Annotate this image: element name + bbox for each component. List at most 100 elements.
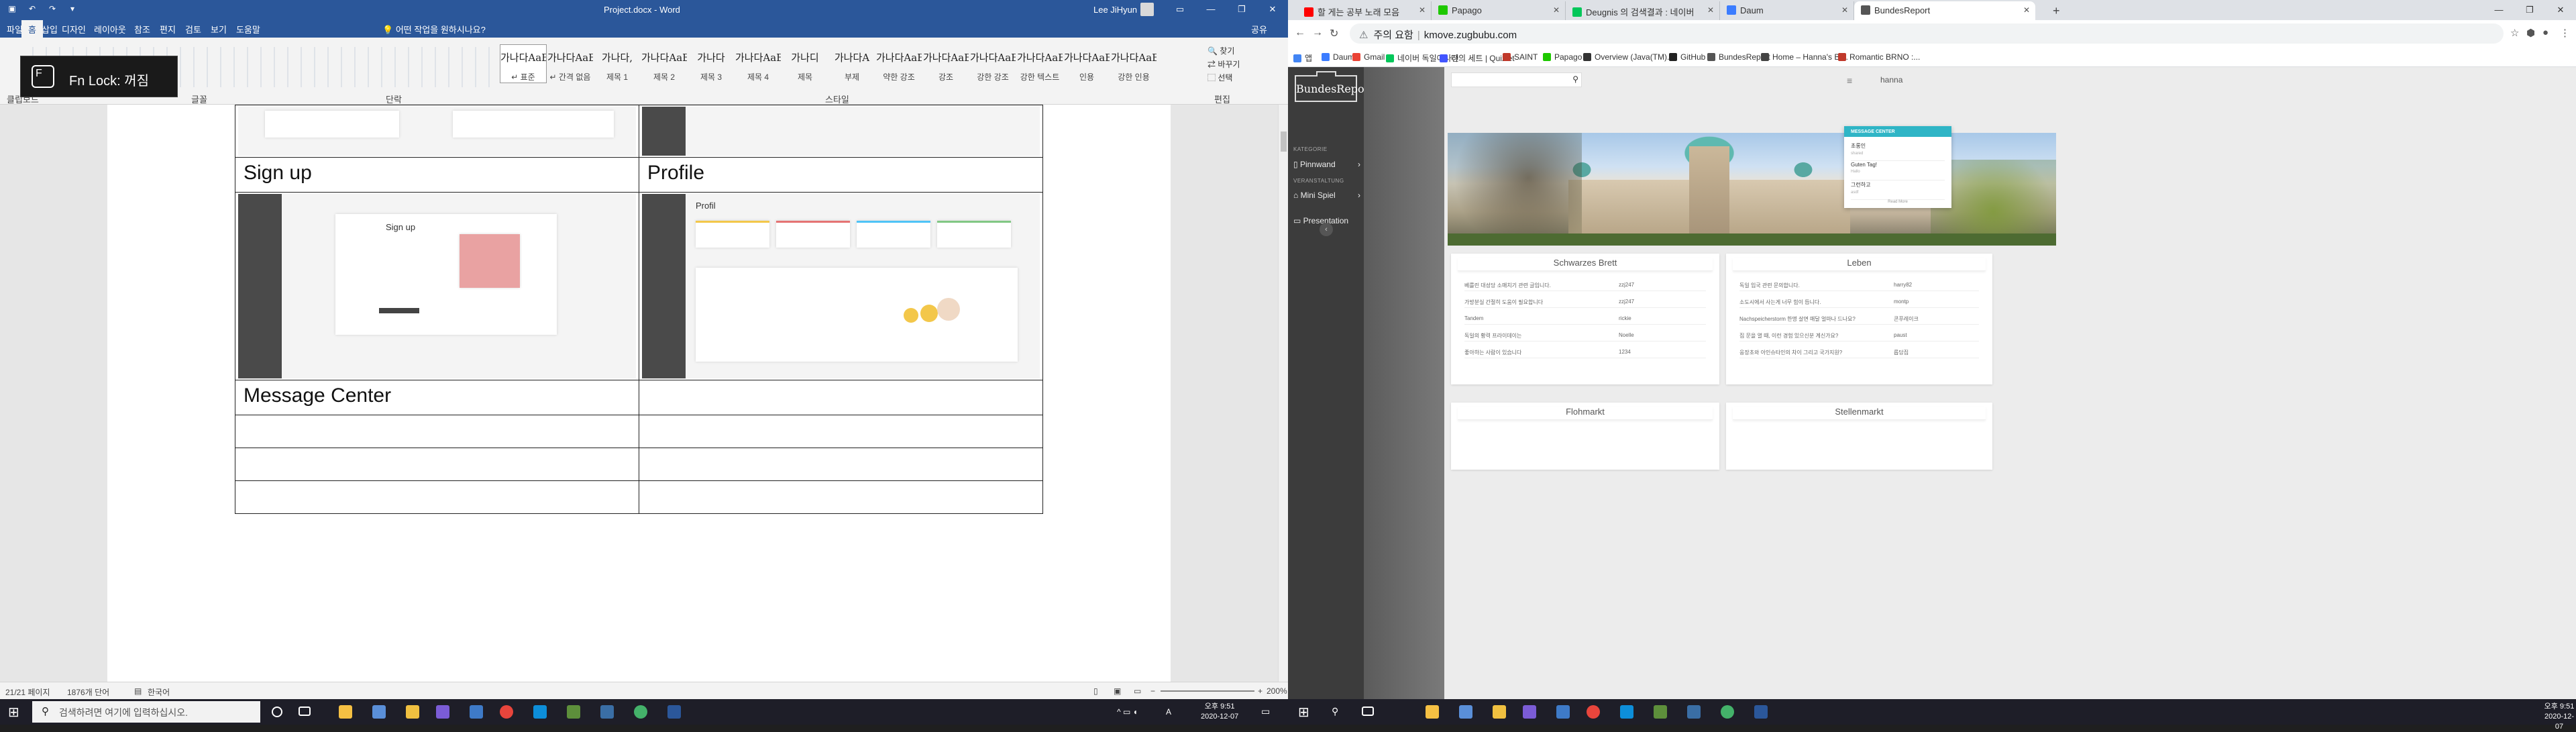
file-explorer-icon[interactable] bbox=[1426, 705, 1439, 719]
back-icon[interactable]: ← bbox=[1295, 27, 1305, 39]
post-title[interactable]: 독일 입국 관련 문의합니다. bbox=[1739, 282, 1800, 289]
tab-file[interactable]: 파일 bbox=[7, 23, 23, 36]
read-mode-icon[interactable]: ▯ bbox=[1093, 686, 1098, 696]
board-row[interactable]: 가방분실 간절히 도움이 필요합니다 zzj247 bbox=[1464, 295, 1706, 308]
collapse-sidebar-button[interactable]: ‹ bbox=[1320, 223, 1333, 236]
style-item[interactable]: 가나다AaE ↵ 표준 bbox=[500, 44, 547, 83]
style-item[interactable]: 가나다AaE 제목 2 bbox=[641, 44, 688, 83]
bookmark-star-icon[interactable]: ☆ bbox=[2510, 27, 2519, 39]
tab-close-icon[interactable]: ✕ bbox=[1707, 5, 1714, 15]
style-item[interactable]: 가나다AaE 제목 4 bbox=[735, 44, 782, 83]
web-layout-icon[interactable]: ▭ bbox=[1134, 686, 1141, 696]
extension-icon[interactable]: ⬢ bbox=[2526, 27, 2535, 39]
save-icon[interactable]: ▣ bbox=[7, 3, 17, 14]
message-item[interactable]: 그런하고 asdf bbox=[1851, 181, 1945, 200]
user-name[interactable]: Lee JiHyun bbox=[1093, 5, 1137, 15]
scroll-thumb[interactable] bbox=[1281, 132, 1287, 152]
vscode-icon[interactable] bbox=[533, 705, 547, 719]
customize-icon[interactable]: ▾ bbox=[67, 3, 78, 14]
app-icon[interactable] bbox=[567, 705, 580, 719]
task-view-icon[interactable] bbox=[299, 707, 311, 716]
clock[interactable]: 오후 9:51 2020-12-07 bbox=[2542, 702, 2576, 732]
table-cell-empty[interactable] bbox=[235, 415, 639, 448]
tab-review[interactable]: 검토 bbox=[185, 23, 201, 36]
tab-layout[interactable]: 레이아웃 bbox=[94, 23, 126, 36]
style-item[interactable]: 가나다AaE ↵ 간격 없음 bbox=[547, 44, 594, 83]
bookmark-item[interactable]: Overview (Java(TM)... bbox=[1583, 52, 1674, 62]
post-title[interactable]: 웅장초와 아인슈타인의 차이 그리고 국가지원? bbox=[1739, 349, 1842, 356]
post-title[interactable]: Tandem bbox=[1464, 315, 1483, 321]
find-button[interactable]: 🔍 찾기 bbox=[1208, 44, 1240, 58]
browser-tab-active[interactable]: BundesReport ✕ bbox=[1854, 1, 2035, 20]
tab-references[interactable]: 참조 bbox=[134, 23, 150, 36]
app-icon[interactable] bbox=[372, 705, 386, 719]
table-cell-empty[interactable] bbox=[639, 380, 1043, 415]
site-search-input[interactable]: ⚲ bbox=[1451, 72, 1582, 87]
taskbar-search[interactable]: ⚲ 검색하려면 여기에 입력하십시오. bbox=[32, 701, 260, 723]
table-cell-profile-image[interactable]: Profil bbox=[639, 192, 1043, 380]
sidebar-item-mini-spiel[interactable]: ⌂ Mini Spiel › bbox=[1293, 191, 1360, 200]
ime-indicator[interactable]: A bbox=[1166, 707, 1171, 717]
tab-close-icon[interactable]: ✕ bbox=[1553, 5, 1560, 15]
close-icon[interactable]: ✕ bbox=[1257, 0, 1288, 19]
replace-button[interactable]: ⇄ 바꾸기 bbox=[1208, 58, 1240, 71]
undo-icon[interactable]: ↶ bbox=[27, 3, 38, 14]
chrome-icon[interactable] bbox=[1587, 705, 1600, 719]
vscode-icon[interactable] bbox=[1620, 705, 1633, 719]
table-cell-empty[interactable] bbox=[235, 448, 639, 481]
style-item[interactable]: 가나다AaE 약한 강조 bbox=[875, 44, 922, 83]
table-cell-empty[interactable] bbox=[235, 480, 639, 514]
word-taskbar-icon[interactable] bbox=[1754, 705, 1768, 719]
tab-mailings[interactable]: 편지 bbox=[160, 23, 176, 36]
post-title[interactable]: 베를린 대성당 소매치기 관련 글입니다. bbox=[1464, 282, 1551, 289]
clock[interactable]: 오후 9:51 2020-12-07 bbox=[1201, 702, 1238, 722]
post-title[interactable]: 좋아하는 사람이 있습니다 bbox=[1464, 349, 1521, 356]
bookmark-item[interactable]: GitHub bbox=[1669, 52, 1705, 62]
post-title[interactable]: Nachspeicherstorm 한명 살면 매달 얼마나 드나요? bbox=[1739, 315, 1856, 323]
ribbon-options-icon[interactable]: ▭ bbox=[1165, 0, 1195, 19]
style-item[interactable]: 가나다AaE 강한 텍스트 bbox=[1016, 44, 1063, 83]
style-item[interactable]: 가나다AaE 강조 bbox=[922, 44, 969, 83]
reload-icon[interactable]: ↻ bbox=[1330, 27, 1338, 40]
tab-home[interactable]: 홈 bbox=[21, 20, 43, 40]
app-icon[interactable] bbox=[1556, 705, 1570, 719]
board-row[interactable]: 베를린 대성당 소매치기 관련 글입니다. zzj247 bbox=[1464, 278, 1706, 291]
tray-icons[interactable]: ^ ▭ ◖ bbox=[1117, 707, 1138, 717]
zoom-slider[interactable] bbox=[1161, 690, 1254, 692]
post-title[interactable]: 독일의 황력 프라이데이는 bbox=[1464, 332, 1521, 339]
table-cell-prev-image-right[interactable] bbox=[639, 105, 1043, 158]
address-bar[interactable]: ⚠ 주의 요함 | kmove.zugbubu.com bbox=[1350, 23, 2504, 44]
bookmark-item[interactable]: Home – Hanna's Bl... bbox=[1761, 52, 1848, 62]
table-cell-profile-header[interactable]: Profile bbox=[639, 157, 1043, 193]
style-item[interactable]: 가나다, 제목 1 bbox=[594, 44, 641, 83]
document-page[interactable]: Sign up Profile Sign up Profil Message C… bbox=[107, 105, 1171, 682]
file-explorer-icon[interactable] bbox=[339, 705, 352, 719]
minimize-icon[interactable]: — bbox=[1195, 0, 1226, 19]
avatar[interactable] bbox=[1140, 3, 1154, 16]
post-title[interactable]: 집 문을 열 때, 이런 경험 있으신분 계신가요? bbox=[1739, 332, 1838, 339]
zoom-level[interactable]: 200% bbox=[1267, 686, 1287, 696]
zoom-in-icon[interactable]: + bbox=[1258, 686, 1263, 696]
tab-close-icon[interactable]: ✕ bbox=[1841, 5, 1848, 15]
table-cell-message-center-header[interactable]: Message Center bbox=[235, 380, 639, 415]
proofing-icon[interactable]: ▤ bbox=[134, 686, 142, 696]
table-cell-empty[interactable] bbox=[639, 448, 1043, 481]
app-icon[interactable] bbox=[1459, 705, 1472, 719]
redo-icon[interactable]: ↷ bbox=[47, 3, 58, 14]
style-item[interactable]: 가나다AaE 인용 bbox=[1063, 44, 1110, 83]
tab-close-icon[interactable]: ✕ bbox=[1419, 5, 1426, 15]
visual-studio-icon[interactable] bbox=[1523, 705, 1536, 719]
menu-icon[interactable]: ⋮ bbox=[2560, 27, 2570, 39]
board-row[interactable]: 웅장초와 아인슈타인의 차이 그리고 국가지원? 롭담집 bbox=[1739, 345, 1979, 358]
restore-icon[interactable]: ❐ bbox=[1226, 0, 1257, 19]
profile-avatar[interactable]: ● bbox=[2542, 27, 2548, 38]
username[interactable]: hanna bbox=[1880, 75, 1902, 85]
bookmark-item[interactable]: Papago bbox=[1543, 52, 1582, 62]
select-button[interactable]: ⬚ 선택 bbox=[1208, 71, 1240, 85]
tab-design[interactable]: 디자인 bbox=[62, 23, 86, 36]
board-row[interactable]: 좋아하는 사람이 있습니다 1234 bbox=[1464, 345, 1706, 358]
chrome-icon[interactable] bbox=[500, 705, 513, 719]
minimize-icon[interactable]: — bbox=[2483, 0, 2514, 20]
board-title[interactable]: Stellenmarkt bbox=[1733, 407, 1986, 420]
tell-me-input[interactable]: 💡 어떤 작업을 원하시나요? bbox=[382, 23, 486, 36]
